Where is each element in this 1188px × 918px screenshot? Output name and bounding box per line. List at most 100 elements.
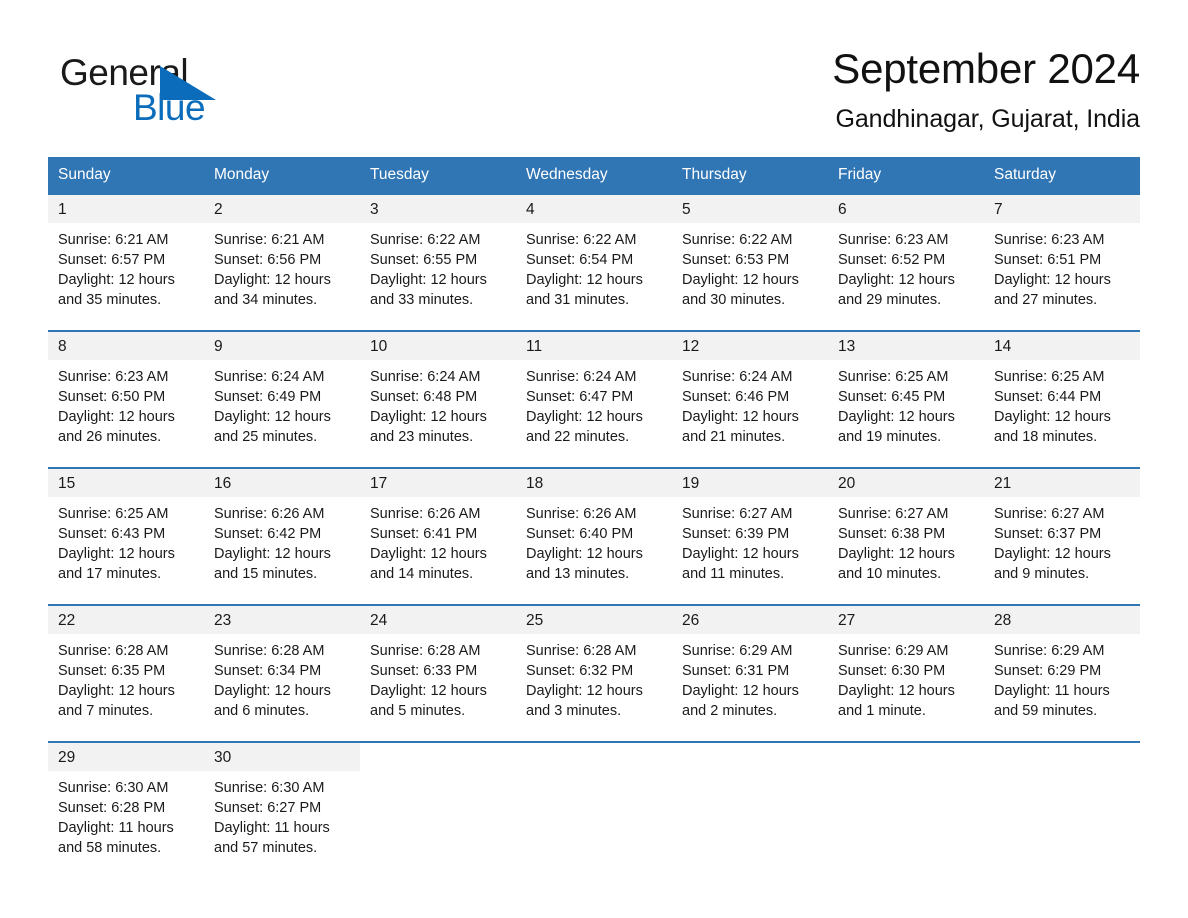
- day-cell[interactable]: 3 Sunrise: 6:22 AM Sunset: 6:55 PM Dayli…: [360, 195, 516, 330]
- daylight-text-line2: and 5 minutes.: [370, 703, 466, 719]
- sunset-text: Sunset: 6:29 PM: [994, 663, 1102, 679]
- day-number: 14: [984, 332, 1140, 360]
- day-cell[interactable]: 27 Sunrise: 6:29 AM Sunset: 6:30 PM Dayl…: [828, 606, 984, 741]
- day-cell[interactable]: 28 Sunrise: 6:29 AM Sunset: 6:29 PM Dayl…: [984, 606, 1140, 741]
- day-cell[interactable]: 19 Sunrise: 6:27 AM Sunset: 6:39 PM Dayl…: [672, 469, 828, 604]
- calendar-grid: Sunday Monday Tuesday Wednesday Thursday…: [48, 157, 1140, 878]
- sunrise-text: Sunrise: 6:24 AM: [370, 369, 481, 385]
- day-number: 24: [360, 606, 516, 634]
- day-cell[interactable]: 12 Sunrise: 6:24 AM Sunset: 6:46 PM Dayl…: [672, 332, 828, 467]
- day-info: Sunrise: 6:24 AM Sunset: 6:49 PM Dayligh…: [204, 360, 360, 447]
- day-info: Sunrise: 6:29 AM Sunset: 6:30 PM Dayligh…: [828, 634, 984, 721]
- day-cell[interactable]: 24 Sunrise: 6:28 AM Sunset: 6:33 PM Dayl…: [360, 606, 516, 741]
- daylight-text-line1: Daylight: 12 hours: [214, 272, 331, 288]
- daylight-text-line2: and 58 minutes.: [58, 840, 162, 856]
- sunset-text: Sunset: 6:50 PM: [58, 389, 166, 405]
- day-cell[interactable]: 6 Sunrise: 6:23 AM Sunset: 6:52 PM Dayli…: [828, 195, 984, 330]
- daylight-text-line2: and 23 minutes.: [370, 429, 474, 445]
- day-cell[interactable]: 15 Sunrise: 6:25 AM Sunset: 6:43 PM Dayl…: [48, 469, 204, 604]
- day-cell[interactable]: 29 Sunrise: 6:30 AM Sunset: 6:28 PM Dayl…: [48, 743, 204, 878]
- day-cell[interactable]: 8 Sunrise: 6:23 AM Sunset: 6:50 PM Dayli…: [48, 332, 204, 467]
- day-info: Sunrise: 6:25 AM Sunset: 6:44 PM Dayligh…: [984, 360, 1140, 447]
- day-cell[interactable]: 7 Sunrise: 6:23 AM Sunset: 6:51 PM Dayli…: [984, 195, 1140, 330]
- sunset-text: Sunset: 6:35 PM: [58, 663, 166, 679]
- day-cell[interactable]: 21 Sunrise: 6:27 AM Sunset: 6:37 PM Dayl…: [984, 469, 1140, 604]
- sunrise-text: Sunrise: 6:28 AM: [370, 643, 481, 659]
- day-number: 5: [672, 195, 828, 223]
- sunrise-text: Sunrise: 6:22 AM: [370, 232, 481, 248]
- daylight-text-line1: Daylight: 11 hours: [994, 683, 1110, 699]
- general-blue-logo[interactable]: General Blue: [60, 52, 320, 132]
- day-cell[interactable]: 2 Sunrise: 6:21 AM Sunset: 6:56 PM Dayli…: [204, 195, 360, 330]
- sunset-text: Sunset: 6:47 PM: [526, 389, 634, 405]
- daylight-text-line1: Daylight: 12 hours: [838, 546, 955, 562]
- day-cell[interactable]: 9 Sunrise: 6:24 AM Sunset: 6:49 PM Dayli…: [204, 332, 360, 467]
- day-cell[interactable]: 14 Sunrise: 6:25 AM Sunset: 6:44 PM Dayl…: [984, 332, 1140, 467]
- daylight-text-line1: Daylight: 12 hours: [682, 409, 799, 425]
- daylight-text-line2: and 31 minutes.: [526, 292, 630, 308]
- daylight-text-line1: Daylight: 12 hours: [994, 272, 1111, 288]
- day-cell[interactable]: 13 Sunrise: 6:25 AM Sunset: 6:45 PM Dayl…: [828, 332, 984, 467]
- day-cell[interactable]: 5 Sunrise: 6:22 AM Sunset: 6:53 PM Dayli…: [672, 195, 828, 330]
- logo-text-blue: Blue: [133, 87, 206, 128]
- day-cell[interactable]: 4 Sunrise: 6:22 AM Sunset: 6:54 PM Dayli…: [516, 195, 672, 330]
- week-row: 8 Sunrise: 6:23 AM Sunset: 6:50 PM Dayli…: [48, 330, 1140, 467]
- daylight-text-line2: and 7 minutes.: [58, 703, 154, 719]
- week-row: 29 Sunrise: 6:30 AM Sunset: 6:28 PM Dayl…: [48, 741, 1140, 878]
- sunset-text: Sunset: 6:56 PM: [214, 252, 322, 268]
- weekday-saturday: Saturday: [994, 166, 1057, 183]
- day-number: [516, 743, 672, 771]
- sunrise-text: Sunrise: 6:21 AM: [58, 232, 169, 248]
- daylight-text-line2: and 9 minutes.: [994, 566, 1090, 582]
- daylight-text-line1: Daylight: 12 hours: [370, 272, 487, 288]
- day-cell[interactable]: 1 Sunrise: 6:21 AM Sunset: 6:57 PM Dayli…: [48, 195, 204, 330]
- day-number: 7: [984, 195, 1140, 223]
- day-number: [672, 743, 828, 771]
- daylight-text-line2: and 57 minutes.: [214, 840, 318, 856]
- day-cell[interactable]: 18 Sunrise: 6:26 AM Sunset: 6:40 PM Dayl…: [516, 469, 672, 604]
- day-info: Sunrise: 6:23 AM Sunset: 6:52 PM Dayligh…: [828, 223, 984, 310]
- daylight-text-line2: and 1 minute.: [838, 703, 926, 719]
- day-cell[interactable]: 22 Sunrise: 6:28 AM Sunset: 6:35 PM Dayl…: [48, 606, 204, 741]
- daylight-text-line1: Daylight: 12 hours: [838, 409, 955, 425]
- day-number: 16: [204, 469, 360, 497]
- daylight-text-line1: Daylight: 12 hours: [682, 546, 799, 562]
- sunrise-text: Sunrise: 6:30 AM: [58, 780, 169, 796]
- day-cell[interactable]: 25 Sunrise: 6:28 AM Sunset: 6:32 PM Dayl…: [516, 606, 672, 741]
- daylight-text-line1: Daylight: 12 hours: [838, 272, 955, 288]
- sunset-text: Sunset: 6:28 PM: [58, 800, 166, 816]
- sunset-text: Sunset: 6:31 PM: [682, 663, 790, 679]
- day-cell[interactable]: 23 Sunrise: 6:28 AM Sunset: 6:34 PM Dayl…: [204, 606, 360, 741]
- daylight-text-line2: and 6 minutes.: [214, 703, 310, 719]
- day-cell[interactable]: 20 Sunrise: 6:27 AM Sunset: 6:38 PM Dayl…: [828, 469, 984, 604]
- day-cell[interactable]: 10 Sunrise: 6:24 AM Sunset: 6:48 PM Dayl…: [360, 332, 516, 467]
- day-info: Sunrise: 6:28 AM Sunset: 6:34 PM Dayligh…: [204, 634, 360, 721]
- daylight-text-line1: Daylight: 12 hours: [526, 546, 643, 562]
- sunset-text: Sunset: 6:57 PM: [58, 252, 166, 268]
- daylight-text-line1: Daylight: 12 hours: [682, 683, 799, 699]
- daylight-text-line1: Daylight: 12 hours: [370, 409, 487, 425]
- day-number: 21: [984, 469, 1140, 497]
- sunset-text: Sunset: 6:55 PM: [370, 252, 478, 268]
- daylight-text-line1: Daylight: 12 hours: [370, 546, 487, 562]
- day-number: 4: [516, 195, 672, 223]
- weekday-monday: Monday: [214, 166, 270, 183]
- day-cell[interactable]: 30 Sunrise: 6:30 AM Sunset: 6:27 PM Dayl…: [204, 743, 360, 878]
- daylight-text-line2: and 21 minutes.: [682, 429, 786, 445]
- page-header: General Blue September 2024 Gandhinagar,…: [48, 42, 1140, 152]
- day-number: 23: [204, 606, 360, 634]
- day-cell[interactable]: 17 Sunrise: 6:26 AM Sunset: 6:41 PM Dayl…: [360, 469, 516, 604]
- day-number: 19: [672, 469, 828, 497]
- daylight-text-line1: Daylight: 12 hours: [214, 409, 331, 425]
- sunset-text: Sunset: 6:27 PM: [214, 800, 322, 816]
- sunset-text: Sunset: 6:51 PM: [994, 252, 1102, 268]
- day-cell[interactable]: 16 Sunrise: 6:26 AM Sunset: 6:42 PM Dayl…: [204, 469, 360, 604]
- day-number: 1: [48, 195, 204, 223]
- day-number: 25: [516, 606, 672, 634]
- sunset-text: Sunset: 6:52 PM: [838, 252, 946, 268]
- day-cell[interactable]: 26 Sunrise: 6:29 AM Sunset: 6:31 PM Dayl…: [672, 606, 828, 741]
- day-number: 20: [828, 469, 984, 497]
- daylight-text-line2: and 29 minutes.: [838, 292, 942, 308]
- day-cell[interactable]: 11 Sunrise: 6:24 AM Sunset: 6:47 PM Dayl…: [516, 332, 672, 467]
- daylight-text-line1: Daylight: 12 hours: [58, 409, 175, 425]
